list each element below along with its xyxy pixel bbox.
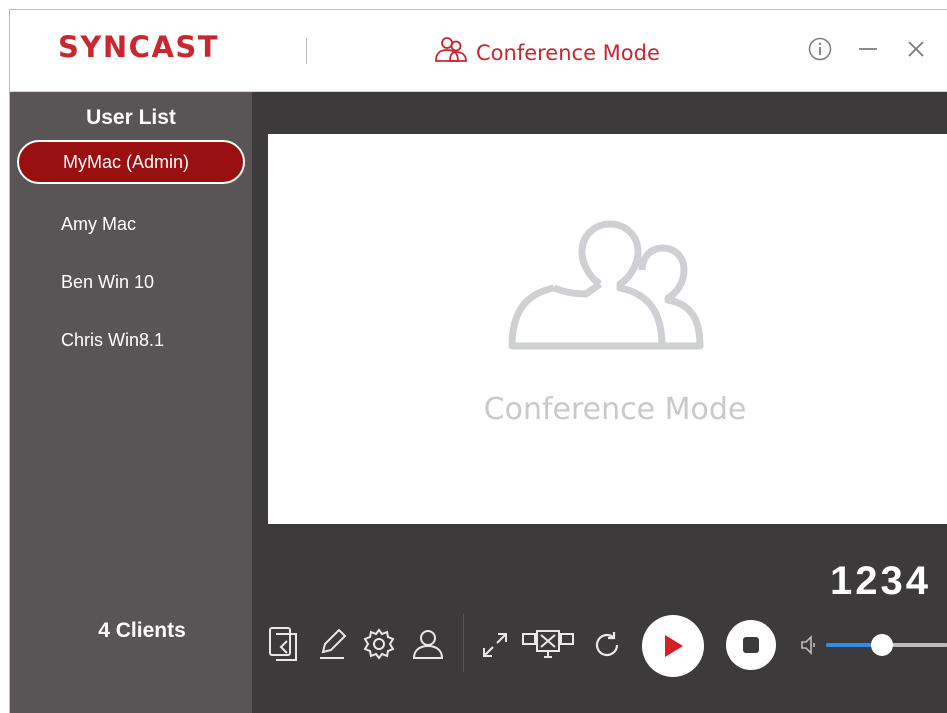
app-window: SYNCAST Conference Mode User List MyMac … xyxy=(9,9,947,713)
close-button[interactable] xyxy=(903,36,929,62)
display-off-button[interactable] xyxy=(520,628,576,662)
user-list-sidebar: User List MyMac (Admin) Amy Mac Ben Win … xyxy=(10,92,252,713)
play-button[interactable] xyxy=(642,615,704,677)
user-list-title: User List xyxy=(86,106,176,129)
no-display-icon xyxy=(522,630,574,658)
users-icon xyxy=(502,218,712,383)
pin-code: 1234 xyxy=(830,559,931,603)
preview-label: Conference Mode xyxy=(483,392,747,427)
share-screen-button[interactable] xyxy=(266,625,300,663)
user-item-label: Chris Win8.1 xyxy=(61,329,165,350)
conference-icon xyxy=(434,36,468,69)
refresh-button[interactable] xyxy=(590,629,624,661)
close-icon xyxy=(908,41,924,57)
fullscreen-button[interactable] xyxy=(478,628,512,662)
gear-icon xyxy=(363,628,395,660)
user-item-chris[interactable]: Chris Win8.1 xyxy=(17,318,245,362)
user-item-ben[interactable]: Ben Win 10 xyxy=(17,260,245,304)
user-item-label: Ben Win 10 xyxy=(61,271,155,292)
user-item-label: MyMac (Admin) xyxy=(63,151,190,172)
stop-icon xyxy=(743,637,759,653)
share-screen-icon xyxy=(269,627,297,661)
stop-button[interactable] xyxy=(726,620,776,670)
toolbar-divider xyxy=(463,614,464,672)
main-area: Conference Mode 1234 xyxy=(252,92,947,713)
clients-count: 4 Clients xyxy=(98,619,186,642)
annotate-button[interactable] xyxy=(316,627,348,661)
conference-preview: Conference Mode xyxy=(268,134,947,524)
title-divider xyxy=(306,38,307,64)
settings-button[interactable] xyxy=(362,627,396,661)
refresh-icon xyxy=(595,632,619,657)
user-item-label: Amy Mac xyxy=(61,213,137,234)
user-item-mymac[interactable]: MyMac (Admin) xyxy=(17,140,245,184)
speaker-icon xyxy=(801,635,815,655)
window-controls xyxy=(807,36,929,62)
user-icon xyxy=(412,630,444,659)
brand-logo: SYNCAST xyxy=(58,30,220,64)
minimize-button[interactable] xyxy=(855,36,881,62)
play-icon xyxy=(665,635,683,657)
mode-title-label: Conference Mode xyxy=(476,40,660,65)
mute-button[interactable] xyxy=(798,633,820,657)
pen-icon xyxy=(320,628,347,659)
fullscreen-icon xyxy=(483,633,507,657)
user-item-amy[interactable]: Amy Mac xyxy=(17,202,245,246)
info-icon xyxy=(808,37,832,61)
volume-thumb[interactable] xyxy=(871,634,894,656)
user-button[interactable] xyxy=(410,627,446,661)
mode-title: Conference Mode xyxy=(434,36,660,69)
minimize-icon xyxy=(859,48,877,50)
title-bar: SYNCAST Conference Mode xyxy=(10,10,947,92)
info-button[interactable] xyxy=(807,36,833,62)
volume-slider[interactable] xyxy=(826,634,947,656)
